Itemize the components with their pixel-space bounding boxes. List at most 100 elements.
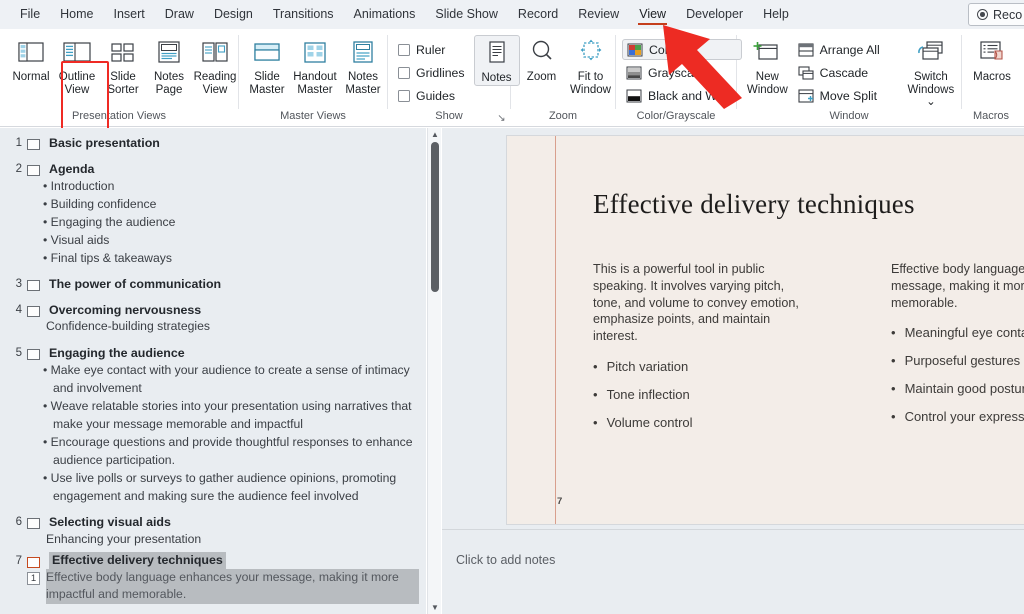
outline-bullet[interactable]: • Final tips & takeaways (43, 249, 421, 267)
cascade-button[interactable]: Cascade (794, 62, 885, 83)
slide-bullet[interactable]: Control your expressions (891, 409, 1024, 425)
outline-subtitle[interactable]: Enhancing your presentation (46, 531, 418, 549)
arrange-all-button[interactable]: Arrange All (794, 39, 885, 60)
outline-slide-title[interactable]: Agenda (49, 160, 94, 178)
outline-sub-text[interactable]: Effective body language enhances your me… (46, 568, 419, 604)
notes-placeholder[interactable]: Click to add notes (456, 553, 555, 567)
outline-slide-title[interactable]: Basic presentation (49, 134, 160, 152)
tab-design[interactable]: Design (204, 0, 263, 29)
notes-master-button[interactable]: Notes Master (339, 35, 387, 96)
outline-slide-1[interactable]: 1 Basic presentation (0, 134, 426, 152)
tab-record[interactable]: Record (508, 0, 568, 29)
outline-bullet[interactable]: • Engaging the audience (43, 213, 421, 231)
tab-help[interactable]: Help (753, 0, 799, 29)
outline-slide-3[interactable]: 3 The power of communication (0, 275, 426, 293)
outline-slide-title[interactable]: Selecting visual aids (49, 513, 171, 531)
outline-scrollbar[interactable]: ▲ ▼ (427, 128, 441, 614)
ruler-checkbox[interactable] (398, 43, 410, 56)
scroll-up-arrow-icon[interactable]: ▲ (428, 128, 442, 141)
color-mode-grayscale[interactable]: Grayscale (622, 62, 742, 83)
notes-pane[interactable]: Click to add notes (442, 529, 1024, 614)
slide-right-paragraph[interactable]: Effective body language enhances your me… (891, 261, 1024, 311)
outline-slide-2[interactable]: 2 Agenda (0, 160, 426, 178)
slide-canvas[interactable]: Effective delivery techniques This is a … (506, 135, 1024, 525)
color-mode-color[interactable]: Color (622, 39, 742, 60)
notes-page-button[interactable]: Notes Page (146, 35, 192, 96)
tab-review[interactable]: Review (568, 0, 629, 29)
slide-thumbnail-icon[interactable] (27, 139, 40, 150)
tab-home[interactable]: Home (50, 0, 103, 29)
slide-thumbnail-icon[interactable] (27, 348, 40, 360)
window-commands-list: Arrange All Cascade Move Split (794, 35, 885, 106)
handout-master-button[interactable]: Handout Master (291, 35, 339, 96)
slide-left-column[interactable]: This is a powerful tool in public speaki… (593, 261, 815, 443)
slide-right-column[interactable]: Effective body language enhances your me… (891, 261, 1024, 437)
color-mode-black-and-white[interactable]: Black and White (622, 85, 742, 106)
gridlines-checkbox[interactable] (398, 66, 410, 79)
outline-bullet[interactable]: • Use live polls or surveys to gather au… (43, 469, 421, 505)
new-window-button[interactable]: New Window (743, 35, 792, 96)
tab-animations[interactable]: Animations (344, 0, 426, 29)
move-split-button[interactable]: Move Split (794, 85, 885, 106)
reading-view-button[interactable]: Reading View (192, 35, 238, 96)
outline-bullet[interactable]: • Building confidence (43, 195, 421, 213)
group-label-master-views: Master Views (280, 110, 346, 122)
slide-thumbnail-icon[interactable] (27, 518, 40, 529)
outline-bullets[interactable]: • Make eye contact with your audience to… (43, 361, 421, 505)
slide-bullet[interactable]: Volume control (593, 415, 815, 431)
outline-subtitle[interactable]: Confidence-building strategies (46, 318, 418, 336)
outline-slide-title[interactable]: Overcoming nervousness (49, 301, 201, 319)
outline-slide-6[interactable]: 6 Selecting visual aids (0, 513, 426, 531)
outline-view-button[interactable]: Outline View (54, 35, 100, 96)
slide-bullet[interactable]: Purposeful gestures (891, 353, 1024, 369)
tab-draw[interactable]: Draw (155, 0, 204, 29)
slide-bullet[interactable]: Pitch variation (593, 359, 815, 375)
slide-title[interactable]: Effective delivery techniques (593, 189, 915, 220)
tab-developer[interactable]: Developer (676, 0, 753, 29)
slide-thumbnail-icon[interactable] (27, 280, 40, 291)
outline-bullet[interactable]: • Introduction (43, 177, 421, 195)
outline-slide-title[interactable]: Engaging the audience (49, 344, 185, 362)
tab-transitions[interactable]: Transitions (263, 0, 344, 29)
outline-bullet[interactable]: • Visual aids (43, 231, 421, 249)
tab-insert[interactable]: Insert (104, 0, 155, 29)
gridlines-checkbox-row[interactable]: Gridlines (394, 62, 470, 83)
scrollbar-thumb[interactable] (431, 142, 439, 292)
slide-thumbnail-icon[interactable] (27, 305, 40, 317)
slide-master-button[interactable]: Slide Master (243, 35, 291, 96)
fit-to-window-button[interactable]: Fit to Window (566, 35, 615, 96)
outline-slide-4[interactable]: 4 Overcoming nervousness (0, 301, 426, 319)
slide-right-bullets[interactable]: Meaningful eye contact Purposeful gestur… (891, 325, 1024, 425)
zoom-button[interactable]: Zoom (517, 35, 566, 84)
outline-pane[interactable]: 1 Basic presentation 2 Agenda • Introduc… (0, 128, 426, 614)
outline-slide-7-subitem[interactable]: 1 Effective body language enhances your … (27, 568, 419, 604)
guides-checkbox[interactable] (398, 89, 410, 102)
slide-left-paragraph[interactable]: This is a powerful tool in public speaki… (593, 261, 815, 345)
outline-bullet[interactable]: • Make eye contact with your audience to… (43, 361, 421, 397)
macros-button[interactable]: Macros (966, 35, 1018, 84)
tab-view[interactable]: View (629, 0, 676, 29)
tab-slide-show[interactable]: Slide Show (425, 0, 508, 29)
outline-bullet[interactable]: • Encourage questions and provide though… (43, 433, 421, 469)
outline-bullet[interactable]: • Weave relatable stories into your pres… (43, 397, 421, 433)
tab-file[interactable]: File (10, 0, 50, 29)
scroll-down-arrow-icon[interactable]: ▼ (428, 601, 442, 614)
outline-slide-7[interactable]: 7 Effective delivery techniques (0, 552, 426, 569)
slide-thumbnail-icon-selected[interactable] (27, 557, 40, 568)
outline-bullets[interactable]: • Introduction • Building confidence • E… (43, 177, 421, 267)
slide-left-bullets[interactable]: Pitch variation Tone inflection Volume c… (593, 359, 815, 431)
slide-thumbnail-icon[interactable] (27, 164, 40, 176)
record-button[interactable]: Reco (968, 3, 1024, 26)
slide-bullet[interactable]: Tone inflection (593, 387, 815, 403)
outline-slide-title[interactable]: The power of communication (49, 275, 221, 293)
slide-bullet[interactable]: Meaningful eye contact (891, 325, 1024, 341)
slide-sorter-button[interactable]: Slide Sorter (100, 35, 146, 96)
outline-slide-title-selected[interactable]: Effective delivery techniques (49, 552, 226, 569)
ruler-checkbox-row[interactable]: Ruler (394, 39, 470, 60)
normal-view-button[interactable]: Normal (8, 35, 54, 84)
outline-slide-5[interactable]: 5 Engaging the audience (0, 344, 426, 362)
guides-checkbox-row[interactable]: Guides (394, 85, 470, 106)
switch-windows-button[interactable]: Switch Windows ⌄ (901, 35, 961, 109)
show-dialog-launcher-icon[interactable]: ↘ (496, 113, 507, 124)
slide-bullet[interactable]: Maintain good posture (891, 381, 1024, 397)
